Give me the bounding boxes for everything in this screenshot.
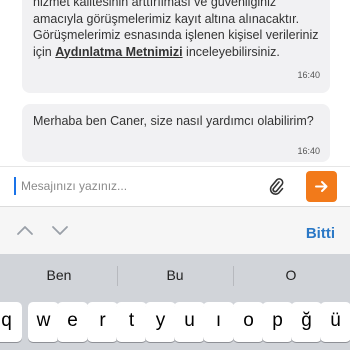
chevron-down-icon[interactable]	[51, 224, 69, 236]
key-y[interactable]: y	[145, 302, 176, 342]
key-g-breve[interactable]: ğ	[291, 302, 322, 342]
agent-message-text: hizmet kalitesinin arttırılması ve güven…	[33, 0, 322, 60]
suggestion-item[interactable]: Ben	[1, 267, 117, 283]
agent-message-text: Merhaba ben Caner, size nasıl yardımcı o…	[33, 114, 314, 128]
message-input-placeholder: Mesajınızı yazınız...	[21, 179, 128, 193]
suggestion-bar: Ben Bu O	[0, 254, 350, 298]
paperclip-icon[interactable]	[266, 176, 286, 196]
keyboard: Ben Bu O q w e r t y u ı o p ğ ü	[0, 254, 350, 350]
key-u-umlaut[interactable]: ü	[320, 302, 350, 342]
send-button[interactable]	[306, 171, 337, 202]
key-e[interactable]: e	[57, 302, 88, 342]
key-q[interactable]: q	[0, 302, 22, 342]
key-r[interactable]: r	[87, 302, 118, 342]
privacy-notice-link[interactable]: Aydınlatma Metnimizi	[55, 45, 182, 59]
chevron-up-icon[interactable]	[16, 224, 34, 236]
key-dotless-i[interactable]: ı	[203, 302, 234, 342]
message-timestamp: 16:40	[297, 70, 320, 80]
key-t[interactable]: t	[116, 302, 147, 342]
message-text-part: inceleyebilirsiniz.	[182, 44, 280, 59]
message-input[interactable]: Mesajınızı yazınız...	[14, 175, 254, 197]
message-composer: Mesajınızı yazınız...	[0, 166, 350, 207]
done-button[interactable]: Bitti	[306, 225, 335, 242]
suggestion-item[interactable]: O	[233, 267, 349, 283]
keyboard-accessory-bar: Bitti	[0, 206, 350, 255]
text-caret	[14, 177, 16, 195]
chat-messages: hizmet kalitesinin arttırılması ve güven…	[0, 0, 350, 166]
send-arrow-icon	[315, 181, 328, 192]
key-p[interactable]: p	[262, 302, 293, 342]
agent-message-bubble: Merhaba ben Caner, size nasıl yardımcı o…	[22, 104, 330, 162]
key-w[interactable]: w	[28, 302, 59, 342]
key-u[interactable]: u	[174, 302, 205, 342]
message-timestamp: 16:40	[297, 146, 320, 156]
suggestion-item[interactable]: Bu	[117, 267, 233, 283]
agent-message-bubble: hizmet kalitesinin arttırılması ve güven…	[22, 0, 330, 93]
key-o[interactable]: o	[233, 302, 264, 342]
